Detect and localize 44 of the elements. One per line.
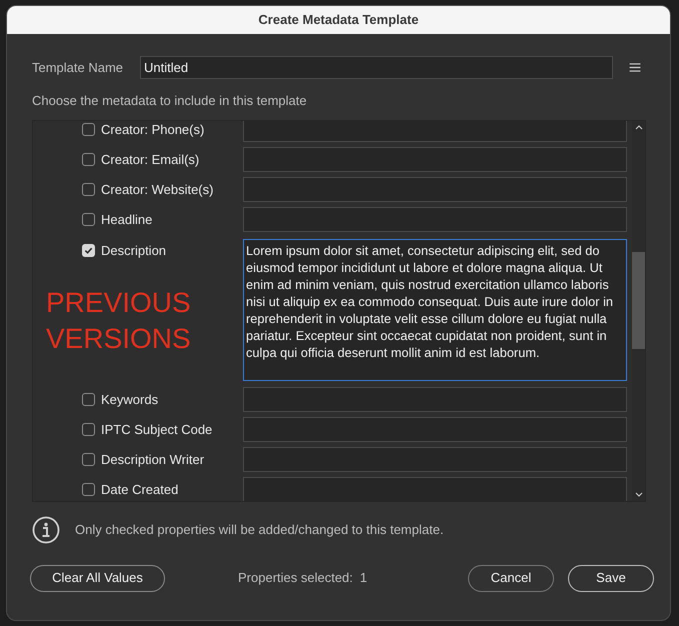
property-label: Date Created [101,480,178,499]
property-field[interactable] [243,147,627,172]
cancel-button[interactable]: Cancel [468,564,554,592]
info-text: Only checked properties will be added/changed to this template. [75,520,444,539]
checkbox[interactable] [82,213,95,226]
checkbox[interactable] [82,453,95,466]
property-label: Keywords [101,390,158,409]
checkbox[interactable] [82,183,95,196]
property-field[interactable] [243,417,627,442]
property-label: Creator: Phone(s) [101,120,204,139]
property-label: Description [101,242,166,260]
property-label: Creator: Email(s) [101,150,200,169]
checkbox[interactable] [82,393,95,406]
property-label: Creator: Website(s) [101,180,214,199]
scroll-thumb[interactable] [632,252,645,349]
clear-all-values-button[interactable]: Clear All Values [30,564,165,592]
property-field[interactable] [243,177,627,202]
property-label: Headline [101,210,152,229]
checkbox[interactable] [82,483,95,496]
annotation-text: PREVIOUS VERSIONS [45,286,192,356]
instruction-text: Choose the metadata to include in this template [31,92,308,110]
property-label: IPTC Subject Code [101,420,212,439]
field-label: Template Name [32,58,124,77]
property-field[interactable] [243,207,627,232]
window-title: Create Metadata Template [258,11,419,30]
menu-icon[interactable] [629,63,641,72]
scrollbar[interactable] [632,120,645,500]
checkbox[interactable] [82,244,95,257]
property-field[interactable] [243,447,627,472]
scroll-up-icon[interactable] [634,124,642,130]
checkbox[interactable] [82,123,95,136]
template-name-field[interactable]: Untitled [140,56,613,79]
property-field[interactable] [243,477,627,500]
scroll-down-icon[interactable] [634,492,642,496]
checkbox[interactable] [82,153,95,166]
properties-selected-count: 1 [360,569,368,588]
save-button[interactable]: Save [568,564,654,592]
properties-selected-label: Properties selected: [238,569,353,588]
description-field[interactable]: Lorem ipsum dolor sit amet, consectetur adipiscing elit, sed do eiusmod tempor incididunt ut labore et dolore magna aliqua. Ut enim ad minim veniam, quis nostrud exercitation ullamco laboris nisi ut aliquip ex ea commodo consequat. Duis aute irure dolor in reprehenderit in voluptate velit esse cillum dolore eu fugiat nulla pariatur. Excepteur sint occaecat cupidatat non proident, sunt in culpa qui officia deserunt mollit anim id est laborum. [243,238,627,380]
property-field[interactable] [243,120,627,142]
checkbox[interactable] [82,423,95,436]
info-icon [32,516,60,544]
property-label: Description Writer [101,450,204,469]
property-field[interactable] [243,387,627,412]
